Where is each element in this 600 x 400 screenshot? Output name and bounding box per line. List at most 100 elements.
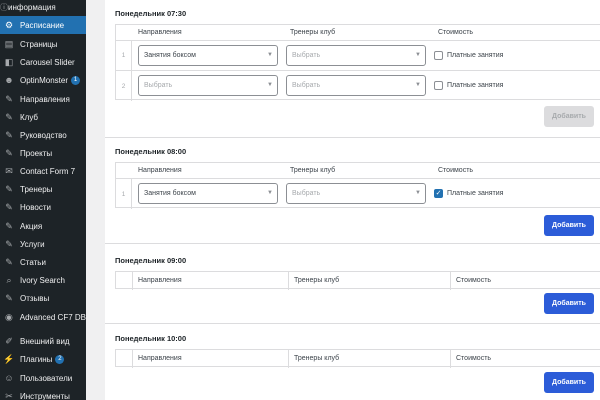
sidebar-item[interactable]: ✎ Новости	[0, 198, 86, 216]
sidebar-item-label: Новости	[20, 202, 51, 212]
pin-icon: ✎	[5, 93, 13, 104]
sidebar-item[interactable]: ✉ Contact Form 7	[0, 162, 86, 180]
sidebar-item[interactable]: ✎ Направления	[0, 90, 86, 108]
sidebar-item[interactable]: ✎ Руководство	[0, 126, 86, 144]
schedule-table: Направления Тренеры клуб Стоимость	[115, 271, 600, 290]
sidebar-item[interactable]: ✎ Отзывы	[0, 289, 86, 307]
chevron-down-icon: ▼	[267, 82, 273, 88]
direction-select[interactable]: Занятия боксом ▼	[138, 45, 278, 66]
chevron-down-icon: ▼	[415, 52, 421, 58]
notification-badge: 1	[71, 75, 81, 85]
direction-select[interactable]: Выбрать ▼	[138, 75, 278, 96]
schedule-section: Понедельник 07:30 Направления Тренеры кл…	[105, 0, 600, 138]
add-button[interactable]: Добавить	[544, 106, 594, 127]
column-header-cost: Стоимость	[438, 167, 474, 174]
sidebar-item-label: Статьи	[20, 257, 46, 267]
sidebar-item[interactable]: ✎ Услуги	[0, 235, 86, 253]
pin-icon: ✎	[5, 129, 13, 140]
column-header-cost: Стоимость	[456, 277, 492, 284]
trainer-select-value: Выбрать	[292, 52, 321, 59]
sidebar-item-label: OptinMonster	[20, 75, 69, 85]
paid-checkbox-label: Платные занятия	[447, 82, 504, 89]
sidebar-item[interactable]: ✎ Статьи	[0, 253, 86, 271]
pin-icon: ✎	[5, 238, 13, 249]
sidebar-item-label: Руководство	[20, 130, 67, 140]
schedule-editor: Понедельник 07:30 Направления Тренеры кл…	[105, 0, 600, 400]
sidebar-item-label: Внешний вид	[20, 336, 70, 346]
sidebar-item[interactable]: ⚡ Плагины 2	[0, 350, 86, 368]
table-header: Направления Тренеры клуб Стоимость	[116, 272, 600, 290]
sidebar-item[interactable]: ⚙ Расписание	[0, 16, 86, 34]
brush-icon: ✐	[5, 335, 13, 346]
sidebar-item[interactable]: ✎ Тренеры	[0, 180, 86, 198]
sidebar-item[interactable]: ✎ Акция	[0, 217, 86, 235]
sidebar-item[interactable]: ▤ Страницы	[0, 35, 86, 53]
direction-select-value: Выбрать	[144, 82, 173, 89]
sidebar-item-label: Акция	[20, 221, 43, 231]
pin-icon: ✎	[5, 111, 13, 122]
trainer-select-value: Выбрать	[292, 190, 321, 197]
paid-checkbox[interactable]: Платные занятия	[434, 81, 503, 90]
pin-icon: ✎	[5, 220, 13, 231]
sidebar-item-label: Advanced CF7 DB	[19, 312, 86, 322]
pin-icon: ✎	[5, 292, 13, 303]
section-title: Понедельник 07:30	[115, 9, 187, 18]
sidebar-item[interactable]: ⌕ Ivory Search	[0, 271, 86, 289]
direction-select-value: Занятия боксом	[144, 190, 196, 197]
sidebar-item[interactable]: ◧ Carousel Slider	[0, 53, 86, 71]
table-row: 1 Занятия боксом ▼ Выбрать ▼ Платные зан…	[116, 41, 600, 71]
pin-icon: ✎	[5, 183, 13, 194]
paid-checkbox-label: Платные занятия	[447, 52, 504, 59]
column-header-direction: Направления	[138, 277, 182, 284]
pin-icon: ✎	[5, 147, 13, 158]
row-number: 1	[116, 41, 132, 70]
checkbox-box[interactable]	[434, 51, 443, 60]
sidebar-item[interactable]: ✎ Проекты	[0, 144, 86, 162]
sidebar-item-label: Тренеры	[20, 184, 53, 194]
calendar-icon: ⚙	[4, 19, 14, 30]
sidebar-top-item[interactable]: ⓘ информация	[0, 0, 86, 14]
sidebar-item-label: Страницы	[20, 39, 58, 49]
checkbox-box[interactable]	[434, 81, 443, 90]
add-button[interactable]: Добавить	[544, 372, 594, 393]
checkmark-icon[interactable]: ✓	[434, 189, 443, 198]
add-button[interactable]: Добавить	[544, 293, 594, 314]
sidebar-item[interactable]: ✂ Инструменты	[0, 387, 86, 400]
column-header-trainers: Тренеры клуб	[290, 167, 336, 174]
table-header: Направления Тренеры клуб Стоимость	[116, 25, 600, 41]
schedule-section: Понедельник 08:00 Направления Тренеры кл…	[105, 138, 600, 244]
sidebar-item[interactable]: ◉ Advanced CF7 DB	[0, 308, 86, 326]
column-header-trainers: Тренеры клуб	[290, 29, 336, 36]
add-button[interactable]: Добавить	[544, 215, 594, 236]
section-title: Понедельник 09:00	[115, 256, 187, 265]
paid-checkbox[interactable]: Платные занятия	[434, 51, 503, 60]
sidebar-item-label: Клуб	[20, 112, 38, 122]
trainer-select-value: Выбрать	[292, 82, 321, 89]
trainer-select[interactable]: Выбрать ▼	[286, 45, 426, 66]
eye-icon: ◉	[4, 311, 13, 322]
table-header: Направления Тренеры клуб Стоимость	[116, 163, 600, 179]
trainer-select[interactable]: Выбрать ▼	[286, 183, 426, 204]
paid-checkbox[interactable]: ✓ Платные занятия	[434, 189, 503, 198]
sidebar-item[interactable]: ☻ OptinMonster 1	[0, 71, 86, 89]
info-icon: ⓘ	[0, 2, 8, 12]
trainer-select[interactable]: Выбрать ▼	[286, 75, 426, 96]
sidebar-item-label: Услуги	[20, 239, 45, 249]
direction-select-value: Занятия боксом	[144, 52, 196, 59]
section-title: Понедельник 08:00	[115, 147, 187, 156]
sidebar-item[interactable]: ✎ Клуб	[0, 108, 86, 126]
wrench-icon: ✂	[5, 390, 13, 400]
chevron-down-icon: ▼	[267, 190, 273, 196]
user-icon: ☺	[4, 372, 14, 383]
sidebar-item-label: Проекты	[20, 148, 53, 158]
table-header: Направления Тренеры клуб Стоимость	[116, 350, 600, 368]
mail-icon: ✉	[5, 165, 13, 176]
sidebar-item[interactable]: ✐ Внешний вид	[0, 332, 86, 350]
sidebar-item[interactable]: ☺ Пользователи	[0, 369, 86, 387]
optinmonster-icon: ☻	[4, 74, 14, 85]
column-header-trainers: Тренеры клуб	[294, 355, 340, 362]
sidebar-item-label: Расписание	[20, 20, 65, 30]
direction-select[interactable]: Занятия боксом ▼	[138, 183, 278, 204]
column-header-cost: Стоимость	[456, 355, 492, 362]
sidebar-item-label: Отзывы	[20, 293, 50, 303]
